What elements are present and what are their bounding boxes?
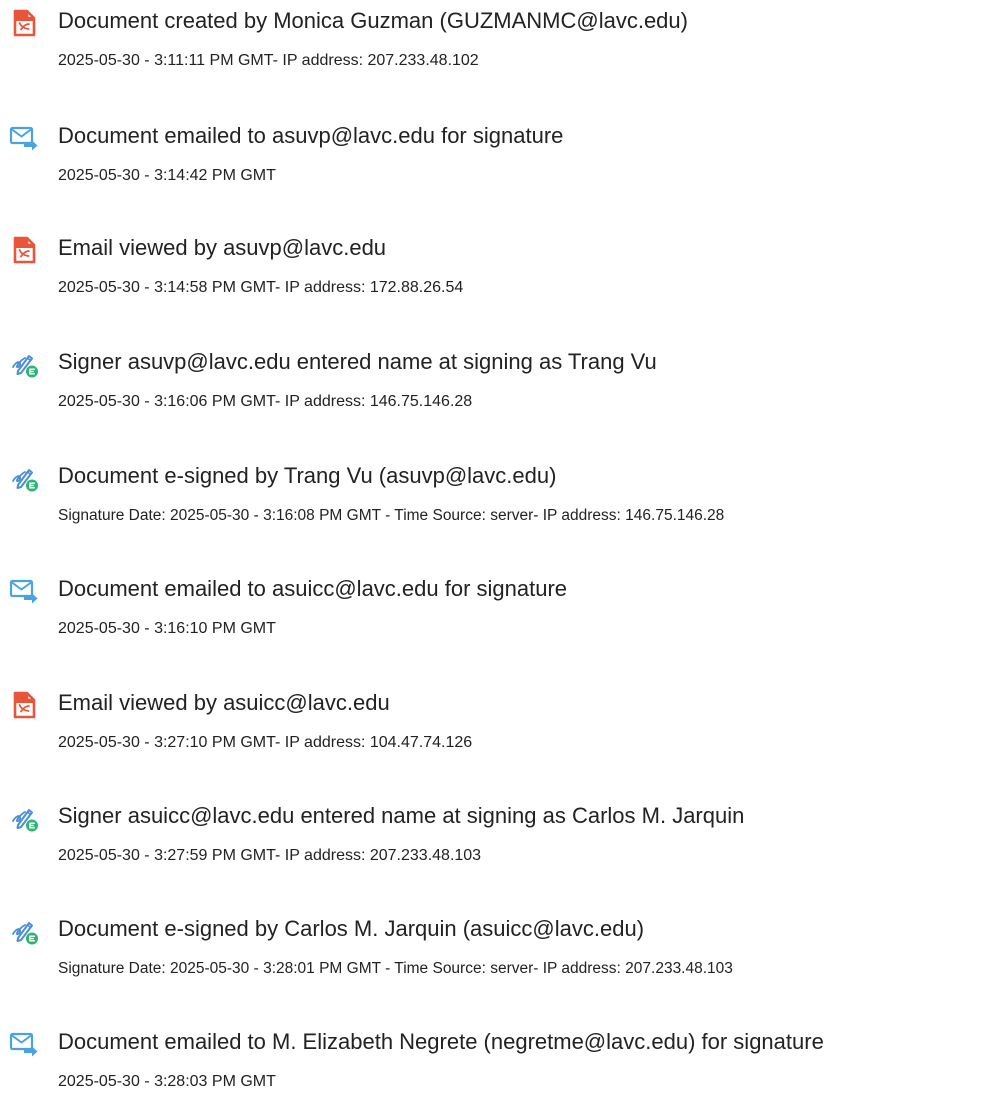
entry-title: Document e-signed by Trang Vu (asuvp@lav… — [58, 463, 557, 488]
entry-title: Document created by Monica Guzman (GUZMA… — [58, 8, 688, 33]
log-entry: Email viewed by asuvp@lavc.edu 2025-05-3… — [0, 227, 986, 307]
entry-title: Email viewed by asuvp@lavc.edu — [58, 235, 387, 260]
entry-meta: 2025-05-30 - 3:27:10 PM GMT- IP address:… — [58, 734, 473, 751]
entry-meta: 2025-05-30 - 3:16:10 PM GMT — [58, 620, 276, 637]
esign-pen-icon — [9, 803, 39, 833]
log-entry: Signer asuicc@lavc.edu entered name at s… — [0, 795, 986, 875]
esign-pen-icon — [9, 349, 39, 379]
log-entry: Document emailed to asuicc@lavc.edu for … — [0, 568, 986, 648]
entry-meta: 2025-05-30 - 3:16:06 PM GMT- IP address:… — [58, 393, 473, 410]
log-entry: Signer asuvp@lavc.edu entered name at si… — [0, 341, 986, 421]
entry-meta: 2025-05-30 - 3:14:42 PM GMT — [58, 167, 276, 184]
entry-meta: 2025-05-30 - 3:11:11 PM GMT- IP address:… — [58, 52, 479, 69]
log-entry: Email viewed by asuicc@lavc.edu 2025-05-… — [0, 682, 986, 762]
log-entry: Document e-signed by Trang Vu (asuvp@lav… — [0, 455, 986, 535]
entry-meta: 2025-05-30 - 3:28:03 PM GMT — [58, 1073, 276, 1090]
entry-meta: Signature Date: 2025-05-30 - 3:16:08 PM … — [58, 507, 725, 524]
entry-title: Signer asuicc@lavc.edu entered name at s… — [58, 803, 745, 828]
entry-meta: 2025-05-30 - 3:27:59 PM GMT- IP address:… — [58, 847, 482, 864]
document-icon — [9, 690, 39, 720]
log-entry: Document emailed to asuvp@lavc.edu for s… — [0, 115, 986, 195]
entry-meta: Signature Date: 2025-05-30 - 3:28:01 PM … — [58, 960, 733, 977]
log-entry: Document e-signed by Carlos M. Jarquin (… — [0, 908, 986, 988]
entry-title: Document emailed to asuvp@lavc.edu for s… — [58, 123, 564, 148]
esign-pen-icon — [9, 916, 39, 946]
email-send-icon — [9, 123, 39, 153]
document-icon — [9, 8, 39, 38]
email-send-icon — [9, 576, 39, 606]
entry-title: Document emailed to M. Elizabeth Negrete… — [58, 1029, 824, 1054]
document-icon — [9, 235, 39, 265]
entry-meta: 2025-05-30 - 3:14:58 PM GMT- IP address:… — [58, 279, 464, 296]
entry-title: Document emailed to asuicc@lavc.edu for … — [58, 576, 568, 601]
log-entry: Document emailed to M. Elizabeth Negrete… — [0, 1021, 986, 1101]
entry-title: Signer asuvp@lavc.edu entered name at si… — [58, 349, 657, 374]
entry-title: Document e-signed by Carlos M. Jarquin (… — [58, 916, 645, 941]
log-entry: Document created by Monica Guzman (GUZMA… — [0, 0, 986, 80]
entry-title: Email viewed by asuicc@lavc.edu — [58, 690, 390, 715]
esign-pen-icon — [9, 463, 39, 493]
email-send-icon — [9, 1029, 39, 1059]
